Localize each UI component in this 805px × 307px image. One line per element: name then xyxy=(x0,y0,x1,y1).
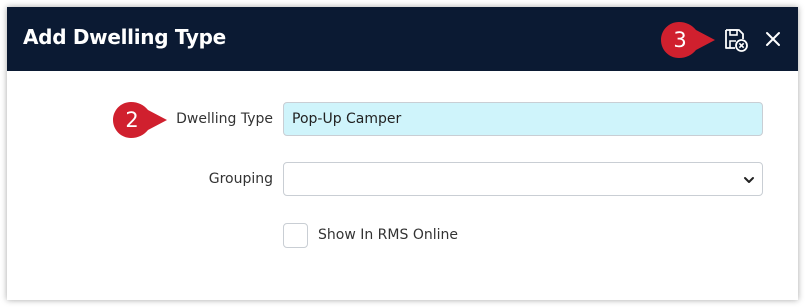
grouping-label: Grouping xyxy=(208,171,273,187)
dwelling-type-input[interactable]: Pop-Up Camper xyxy=(283,102,763,136)
dialog-title: Add Dwelling Type xyxy=(23,25,226,49)
save-and-close-icon[interactable] xyxy=(723,27,749,53)
show-in-rms-online-checkbox[interactable] xyxy=(283,223,308,248)
dwelling-type-label: Dwelling Type xyxy=(176,111,273,127)
dwelling-type-value: Pop-Up Camper xyxy=(292,111,402,127)
show-in-rms-online-label: Show In RMS Online xyxy=(318,227,458,243)
grouping-select[interactable] xyxy=(283,162,763,196)
add-dwelling-type-dialog: Add Dwelling Type 3 2 Dwelling Type Pop-… xyxy=(7,7,798,300)
callout-marker-3: 3 xyxy=(661,22,717,58)
chevron-down-icon xyxy=(744,177,754,183)
close-icon[interactable] xyxy=(763,29,783,49)
callout-number: 2 xyxy=(125,108,139,132)
callout-number: 3 xyxy=(673,28,687,52)
